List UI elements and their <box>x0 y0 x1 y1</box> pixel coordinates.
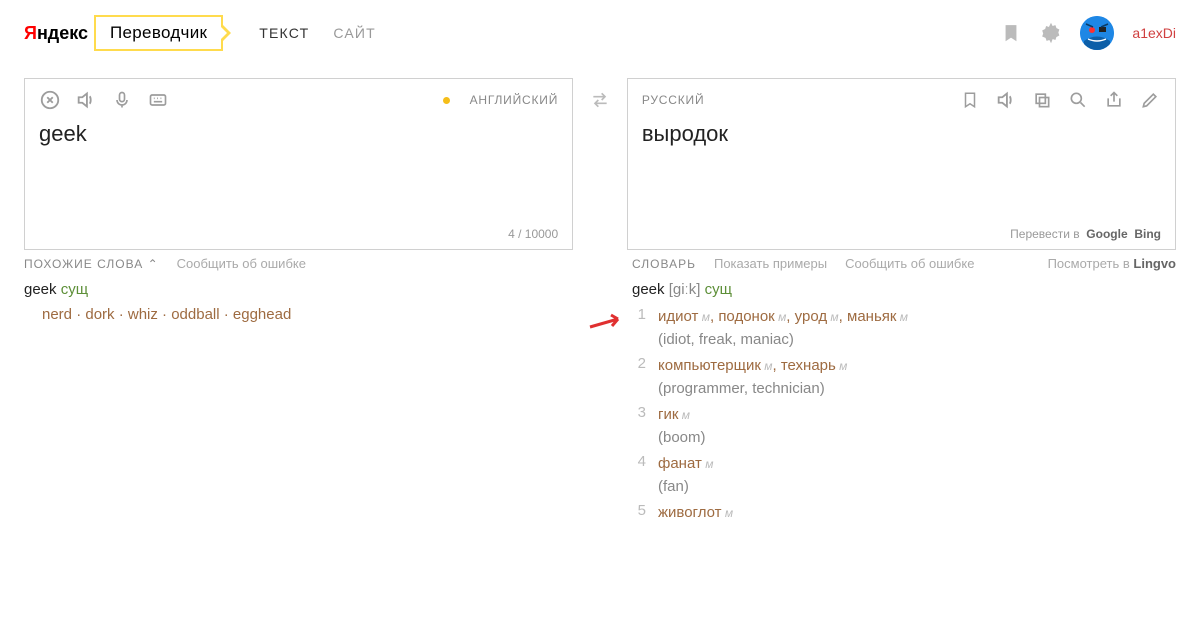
dict-gender: м <box>836 359 848 373</box>
keyboard-icon[interactable] <box>147 89 169 111</box>
dict-body: компьютерщик м, технарь м(programmer, te… <box>658 355 847 400</box>
below: ПОХОЖИЕ СЛОВА ⌃ Сообщить об ошибке geek … <box>0 254 1200 531</box>
google-link[interactable]: Google <box>1086 227 1127 241</box>
synonym-list[interactable]: nerd · dork · whiz · oddball · egghead <box>24 306 604 323</box>
dict-gloss: (boom) <box>658 427 706 450</box>
dict-title[interactable]: СЛОВАРЬ <box>632 257 696 271</box>
speaker-icon[interactable] <box>995 89 1017 111</box>
char-counter: 4 / 10000 <box>508 227 558 241</box>
dict-item: 3 гик м (boom) <box>632 404 1176 449</box>
dict-wordline: geek [giːk] сущ <box>632 281 1176 298</box>
share-icon[interactable] <box>1103 89 1125 111</box>
source-input[interactable]: geek <box>39 117 558 227</box>
dict-translation[interactable]: маньяк <box>847 308 896 325</box>
chevron-up-icon: ⌃ <box>148 257 159 271</box>
logo-rest: ндекс <box>37 23 88 44</box>
lingvo-link[interactable]: Посмотреть в Lingvo <box>1048 256 1176 271</box>
dict-pos: сущ <box>705 281 732 298</box>
username[interactable]: a1exDi <box>1132 25 1176 41</box>
translator-main: АНГЛИЙСКИЙ geek 4 / 10000 РУССКИЙ <box>0 62 1200 254</box>
dict-gloss: (fan) <box>658 476 713 499</box>
mic-icon[interactable] <box>111 89 133 111</box>
dict-word: geek <box>632 281 665 298</box>
edit-icon[interactable] <box>1139 89 1161 111</box>
dict-gender: м <box>775 310 787 324</box>
dictionary-section: СЛОВАРЬ Показать примеры Сообщить об оши… <box>632 256 1176 529</box>
dict-translation[interactable]: фанат <box>658 455 702 472</box>
service-badge[interactable]: Переводчик <box>94 15 223 51</box>
target-panel: РУССКИЙ выродок Перевести в <box>627 78 1176 250</box>
header-right: a1exDi <box>1000 16 1176 50</box>
dict-body: фанат м (fan) <box>658 453 713 498</box>
dict-gender: м <box>896 310 908 324</box>
report-link[interactable]: Сообщить об ошибке <box>177 256 306 271</box>
source-panel: АНГЛИЙСКИЙ geek 4 / 10000 <box>24 78 573 250</box>
dict-item: 5 живоглот м <box>632 502 1176 525</box>
similar-wordline: geek сущ <box>24 281 604 298</box>
target-output: выродок <box>642 117 1161 227</box>
dict-num: 4 <box>632 453 646 470</box>
dict-gender: м <box>761 359 773 373</box>
dict-gender: м <box>722 506 734 520</box>
swap-button[interactable] <box>587 90 613 113</box>
copy-icon[interactable] <box>1031 89 1053 111</box>
speaker-icon[interactable] <box>75 89 97 111</box>
source-lang[interactable]: АНГЛИЙСКИЙ <box>470 93 559 107</box>
header: Яндекс Переводчик ТЕКСТ САЙТ a1exDi <box>0 0 1200 62</box>
dict-translation[interactable]: урод <box>795 308 827 325</box>
dict-item: 1 идиот м, подонок м, урод м, маньяк м(id… <box>632 306 1176 351</box>
bing-link[interactable]: Bing <box>1134 227 1161 241</box>
nav-site[interactable]: САЙТ <box>333 25 376 41</box>
dict-item: 2 компьютерщик м, технарь м(programmer, t… <box>632 355 1176 400</box>
similar-title[interactable]: ПОХОЖИЕ СЛОВА ⌃ <box>24 257 159 271</box>
logo-y: Я <box>24 23 37 44</box>
logo[interactable]: Яндекс <box>24 23 88 44</box>
detect-dot <box>443 97 450 104</box>
dict-num: 1 <box>632 306 646 323</box>
avatar[interactable] <box>1080 16 1114 50</box>
dict-ipa: [giːk] <box>669 281 701 298</box>
clear-icon[interactable] <box>39 89 61 111</box>
similar-pos: сущ <box>61 281 88 298</box>
dict-body: живоглот м <box>658 502 733 525</box>
similar-word: geek <box>24 281 57 298</box>
target-lang[interactable]: РУССКИЙ <box>642 93 705 107</box>
report-link[interactable]: Сообщить об ошибке <box>845 256 974 271</box>
dict-gender: м <box>827 310 839 324</box>
dict-gender: м <box>702 457 714 471</box>
dict-body: идиот м, подонок м, урод м, маньяк м(idi… <box>658 306 908 351</box>
nav-text[interactable]: ТЕКСТ <box>259 25 309 41</box>
examples-link[interactable]: Показать примеры <box>714 256 827 271</box>
dict-gloss: (idiot, freak, maniac) <box>658 329 908 352</box>
footer-prefix: Перевести в <box>1010 227 1079 241</box>
dict-num: 2 <box>632 355 646 372</box>
dict-num: 5 <box>632 502 646 519</box>
search-icon[interactable] <box>1067 89 1089 111</box>
bookmark-icon[interactable] <box>1000 22 1022 44</box>
gear-icon[interactable] <box>1040 22 1062 44</box>
similar-section: ПОХОЖИЕ СЛОВА ⌃ Сообщить об ошибке geek … <box>24 256 604 529</box>
dict-list: 1 идиот м, подонок м, урод м, маньяк м(id… <box>632 306 1176 525</box>
bookmark-outline-icon[interactable] <box>959 89 981 111</box>
dict-gender: м <box>698 310 710 324</box>
nav: ТЕКСТ САЙТ <box>259 25 376 41</box>
target-footer: Перевести в Google Bing <box>642 227 1161 241</box>
dict-body: гик м (boom) <box>658 404 706 449</box>
dict-item: 4 фанат м (fan) <box>632 453 1176 498</box>
dict-translation[interactable]: компьютерщик <box>658 357 761 374</box>
dict-translation[interactable]: идиот <box>658 308 698 325</box>
dict-translation[interactable]: подонок <box>718 308 774 325</box>
dict-translation[interactable]: технарь <box>781 357 836 374</box>
annotation-arrow-icon <box>588 313 628 333</box>
dict-translation[interactable]: живоглот <box>658 504 722 521</box>
dict-num: 3 <box>632 404 646 421</box>
dict-gloss: (programmer, technician) <box>658 378 847 401</box>
dict-translation[interactable]: гик <box>658 406 678 423</box>
dict-gender: м <box>678 408 690 422</box>
